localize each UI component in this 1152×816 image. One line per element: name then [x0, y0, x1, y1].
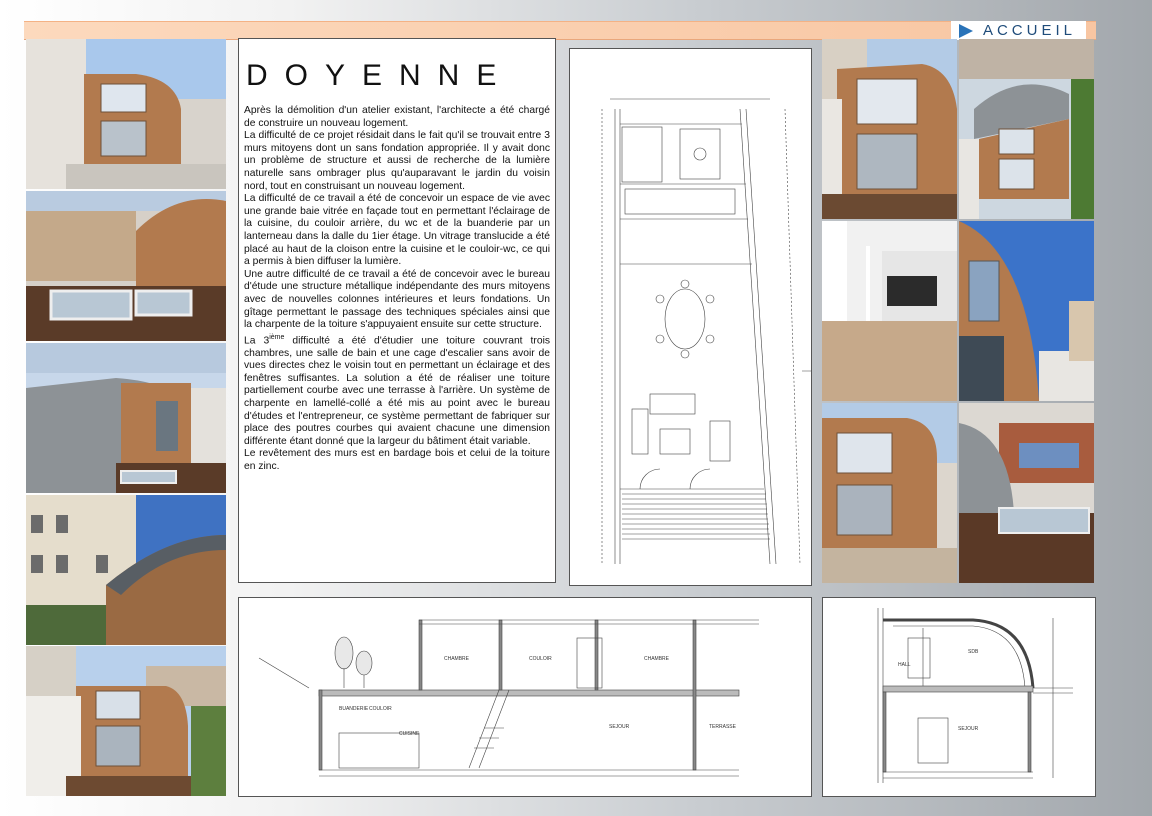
section-label-terrasse: TERRASSE: [709, 724, 737, 730]
photo-aerial-roof: [959, 39, 1094, 219]
photo-facade-rear: [26, 39, 226, 189]
section-label-couloir-1: COULOIR: [529, 656, 552, 662]
cross-label-sdb: SDB: [968, 649, 979, 655]
longitudinal-section-drawing: CHAMBRE COULOIR CHAMBRE BUANDERIE COULOI…: [238, 597, 812, 797]
floor-plan-drawing: [569, 48, 825, 586]
cross-label-sejour-2: SEJOUR: [958, 726, 979, 732]
accueil-link[interactable]: ACCUEIL: [950, 21, 1086, 40]
cross-section-drawing: HALL SDB SEJOUR: [822, 597, 1096, 797]
photo-interior-kitchen: [822, 221, 957, 401]
paragraph-2: La difficulté de ce projet résidait dans…: [244, 130, 550, 192]
photo-curved-wall-sky: [959, 221, 1094, 401]
photo-neighbors-roof: [26, 495, 226, 645]
description-panel: DOYENNE Après la démolition d'un atelier…: [238, 38, 556, 583]
paragraph-3: La difficulté de ce travail a été de con…: [244, 193, 550, 268]
paragraph-4: Une autre difficulté de ce travail a été…: [244, 268, 550, 331]
section-label-buanderie: BUANDERIE: [339, 706, 369, 712]
accueil-label: ACCUEIL: [982, 22, 1076, 39]
paragraph-1: Après la démolition d'un atelier existan…: [244, 105, 550, 129]
section-label-chambre-2: CHAMBRE: [644, 656, 670, 662]
project-title: DOYENNE: [246, 59, 514, 92]
section-label-couloir-2: COULOIR: [369, 706, 392, 712]
section-label-chambre-1: CHAMBRE: [444, 656, 470, 662]
play-arrow-icon: [958, 23, 973, 38]
photo-roof-terrace: [959, 403, 1094, 583]
paragraph-5-sup: ième: [269, 333, 285, 341]
photo-front-facade: [822, 39, 957, 219]
paragraph-5-prefix: La 3: [244, 335, 270, 347]
paragraph-5: La 3ième difficulté a été d'étudier une …: [244, 332, 550, 449]
header-bar: [24, 21, 1096, 40]
cross-label-hall: HALL: [898, 662, 911, 668]
paragraph-5-rest: difficulté a été d'étudier une toiture c…: [244, 335, 551, 447]
section-label-cuisine: CUISINE: [399, 731, 420, 737]
photo-garden-view: [26, 646, 226, 796]
photo-zinc-roof: [26, 343, 226, 493]
section-label-sejour-1: SEJOUR: [609, 724, 630, 730]
photo-curved-facade-2: [822, 403, 957, 583]
photo-terrace-skylight: [26, 191, 226, 341]
paragraph-6: Le revêtement des murs est en bardage bo…: [244, 448, 550, 473]
